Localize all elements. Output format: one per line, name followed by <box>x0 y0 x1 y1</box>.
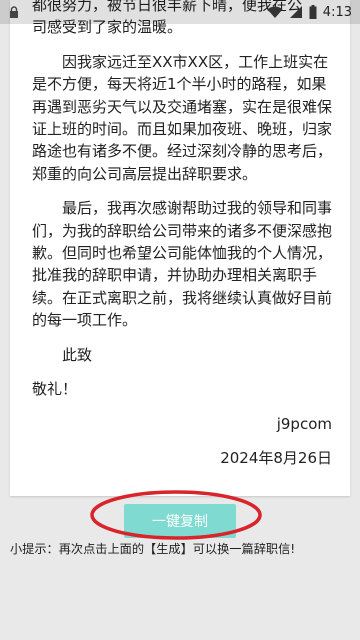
tip-text: 小提示：再次点击上面的【生成】可以换一篇辞职信! <box>10 542 296 556</box>
lock-icon <box>10 6 18 18</box>
letter-signature: j9pcom <box>276 414 332 433</box>
status-bar: 4:13 <box>0 0 360 24</box>
signal-icon <box>289 6 302 18</box>
letter-paragraph-2: 最后，我再次感谢帮助过我的领导和同事们，为我的辞职给公司带来的诸多不便深感抱歉。… <box>32 199 333 330</box>
letter-closing-salutation: 此致 <box>62 345 93 364</box>
resignation-letter: 都很努力，被节日很丰薪下晴，便我在公 司感受到了家的温暖。 因我家远迁至XX市X… <box>32 0 332 481</box>
letter-date: 2024年8月26日 <box>220 448 332 467</box>
wifi-icon <box>267 6 283 18</box>
letter-closing-respect: 敬礼！ <box>32 380 78 399</box>
letter-card: 都很努力，被节日很丰薪下晴，便我在公 司感受到了家的温暖。 因我家远迁至XX市X… <box>10 0 350 496</box>
battery-icon <box>309 5 317 19</box>
status-time: 4:13 <box>322 4 352 20</box>
copy-button[interactable]: 一键复制 <box>124 504 236 538</box>
letter-paragraph-1: 因我家远迁至XX市XX区，工作上班实在是不方便，每天将近1个半小时的路程，如果再… <box>32 52 333 183</box>
